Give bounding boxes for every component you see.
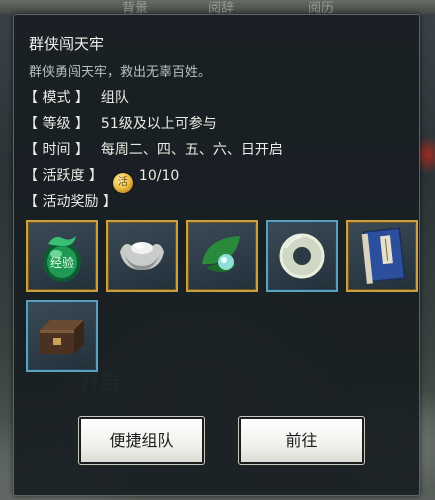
experience-orb-icon: 经验 [43,236,81,282]
background-tabs: 背景 阅辞 阅历 [100,0,400,16]
time-row: 【 时间 】每周二、四、五、六、日开启 [24,139,283,161]
bg-red-seal [418,130,435,180]
reward-slot-silver[interactable] [106,220,178,292]
time-label: 【 时间 】 [24,142,89,158]
quick-team-button[interactable]: 便捷组队 [78,416,205,465]
activity-points-row: 【 活跃度 】活 10/10 [24,165,180,193]
level-value: 51级及以上可参与 [100,116,217,132]
mode-row: 【 模式 】组队 [24,87,129,109]
blue-book-icon [361,227,406,284]
jade-disc-icon [279,233,325,279]
mode-label: 【 模式 】 [24,90,89,106]
activity-description: 群侠勇闯天牢，救出无辜百姓。 [29,65,212,80]
green-leaf-orb-icon [202,236,240,273]
reward-slot-jade[interactable] [266,220,338,292]
activity-points-value: 10/10 [138,168,180,184]
activity-detail-panel: 群侠闯天牢 群侠勇闯天牢，救出无辜百姓。 【 模式 】组队 【 等级 】 51级及… [13,14,420,496]
reward-slot-book[interactable] [346,220,418,292]
rewards-label: 【 活动奖励 】 [24,194,117,210]
activity-points-label: 【 活跃度 】 [24,168,103,184]
reward-slot-leaf[interactable] [186,220,258,292]
level-row: 【 等级 】 51级及以上可参与 [24,113,217,135]
rewards-row: 【 活动奖励 】 [24,191,117,213]
activity-title: 群侠闯天牢 [29,35,105,53]
time-value: 每周二、四、五、六、日开启 [100,142,283,158]
reward-slot-experience[interactable]: 经验 [26,220,98,292]
reward-slot-chest[interactable] [26,300,98,372]
activity-coin-icon: 活 [112,173,133,193]
silver-ingot-icon [120,242,164,270]
treasure-chest-icon [40,320,84,354]
mode-value: 组队 [100,90,129,106]
go-button[interactable]: 前往 [238,416,365,465]
experience-orb-text: 经验 [50,255,74,270]
level-label: 【 等级 】 [24,116,89,132]
